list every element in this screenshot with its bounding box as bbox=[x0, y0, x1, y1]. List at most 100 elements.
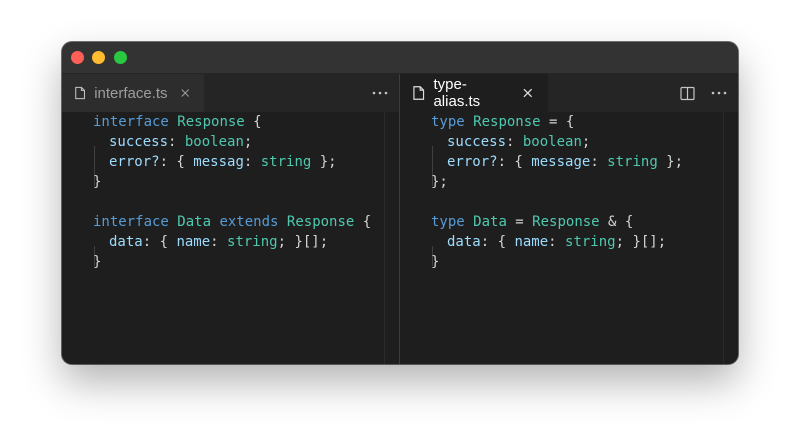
file-icon bbox=[75, 86, 85, 100]
code-line: success: boolean; bbox=[93, 132, 371, 166]
code-token: : bbox=[590, 154, 608, 170]
code-token: { bbox=[354, 214, 372, 230]
code-editor-left[interactable]: interface Response {success: boolean; err… bbox=[62, 112, 399, 364]
code-line: } bbox=[93, 172, 371, 192]
code-token: string bbox=[607, 154, 658, 170]
tab-type-alias-ts[interactable]: type-alias.ts bbox=[400, 74, 548, 112]
more-icon bbox=[711, 91, 727, 95]
code-token: string bbox=[227, 234, 278, 250]
code-token: name bbox=[176, 234, 211, 250]
minimize-window-button[interactable] bbox=[92, 51, 105, 64]
code-token: interface bbox=[93, 214, 169, 230]
editor-window: interface.ts interface Response {success… bbox=[62, 42, 738, 364]
code-token: Data bbox=[177, 214, 212, 230]
more-icon bbox=[372, 91, 388, 95]
code-token: success bbox=[447, 134, 507, 150]
code-token: Response bbox=[532, 214, 600, 230]
code-line: } bbox=[93, 252, 371, 272]
code-token: ; bbox=[243, 134, 253, 150]
code-line: data: { name: string; }[]; bbox=[431, 232, 683, 266]
code-line: interface Data extends Response { bbox=[93, 212, 371, 232]
code-editor-right[interactable]: type Response = { success: boolean; error?… bbox=[400, 112, 738, 364]
code-token: boolean bbox=[184, 134, 244, 150]
editor-actions-left bbox=[371, 74, 389, 112]
code-token: : { bbox=[480, 234, 515, 250]
code-token: Response bbox=[177, 114, 245, 130]
close-window-button[interactable] bbox=[71, 51, 84, 64]
tab-bar-right: type-alias.ts bbox=[400, 74, 738, 112]
code-token: : bbox=[168, 134, 185, 150]
zoom-window-button[interactable] bbox=[114, 51, 127, 64]
code-lines: interface Response {success: boolean; err… bbox=[93, 112, 371, 272]
tab-bar-left: interface.ts bbox=[62, 74, 399, 112]
code-token: = bbox=[506, 214, 533, 230]
code-token: ; }[]; bbox=[615, 234, 667, 250]
code-token: : bbox=[548, 234, 566, 250]
code-line: error?: { message: string }; bbox=[431, 152, 684, 186]
code-token: } bbox=[431, 254, 440, 270]
code-token: }; bbox=[657, 154, 684, 170]
code-line: }; bbox=[431, 172, 683, 192]
code-token: error? bbox=[109, 154, 160, 170]
editor-actions-right bbox=[678, 74, 728, 112]
code-line: interface Response { bbox=[93, 112, 371, 132]
close-icon[interactable] bbox=[180, 87, 190, 99]
vertical-scrollbar[interactable] bbox=[384, 112, 385, 364]
code-token: = { bbox=[540, 114, 575, 130]
code-token: : bbox=[210, 234, 228, 250]
code-token: } bbox=[93, 254, 102, 270]
close-icon[interactable] bbox=[522, 87, 534, 99]
code-token: }; bbox=[311, 154, 337, 170]
code-line: data: { name: string; }[]; bbox=[93, 232, 371, 266]
code-token: Response bbox=[286, 214, 355, 230]
code-lines: type Response = { success: boolean; error?… bbox=[431, 112, 683, 272]
code-token: message bbox=[531, 154, 591, 170]
code-token: type bbox=[431, 214, 465, 230]
more-actions-button[interactable] bbox=[371, 84, 389, 102]
code-line: } bbox=[431, 252, 683, 272]
code-token: Data bbox=[473, 214, 507, 230]
editor-group-left: interface.ts interface Response {success… bbox=[62, 74, 399, 364]
code-token: : bbox=[243, 154, 261, 170]
code-token: data bbox=[447, 234, 481, 250]
code-token: data bbox=[109, 234, 143, 250]
code-token: : { bbox=[159, 154, 194, 170]
file-icon bbox=[413, 86, 425, 100]
code-token: type bbox=[431, 114, 465, 130]
code-token: ; }[]; bbox=[277, 234, 329, 250]
code-token: interface bbox=[93, 114, 169, 130]
code-token: string bbox=[260, 154, 312, 170]
code-line: error?: { messag: string }; bbox=[93, 152, 371, 186]
code-token: { bbox=[244, 114, 262, 130]
editor-group-right: type-alias.ts type Response = {success:… bbox=[400, 74, 738, 364]
tab-label: type-alias.ts bbox=[433, 76, 481, 110]
code-token: messag bbox=[193, 154, 244, 170]
code-token: extends bbox=[219, 214, 279, 230]
code-line: type Response = { bbox=[431, 112, 683, 132]
code-token: error? bbox=[447, 154, 498, 170]
code-token: ; bbox=[581, 134, 591, 150]
code-token: string bbox=[565, 234, 616, 250]
more-actions-button[interactable] bbox=[710, 84, 728, 102]
tab-interface-ts[interactable]: interface.ts bbox=[62, 74, 204, 112]
code-token: : bbox=[506, 134, 523, 150]
code-token: } bbox=[93, 174, 102, 190]
code-token: }; bbox=[431, 174, 448, 190]
code-token: Response bbox=[473, 114, 541, 130]
code-token: boolean bbox=[522, 134, 582, 150]
title-bar bbox=[62, 42, 738, 74]
code-line: type Data = Response & { bbox=[431, 212, 683, 232]
code-token: : { bbox=[497, 154, 532, 170]
code-token: : { bbox=[142, 234, 177, 250]
vertical-scrollbar[interactable] bbox=[723, 112, 724, 364]
split-editor-icon bbox=[679, 86, 695, 100]
split-editor-button[interactable] bbox=[678, 84, 696, 102]
code-token: & { bbox=[599, 214, 634, 230]
tab-label: interface.ts bbox=[94, 84, 168, 102]
code-token: name bbox=[514, 234, 549, 250]
